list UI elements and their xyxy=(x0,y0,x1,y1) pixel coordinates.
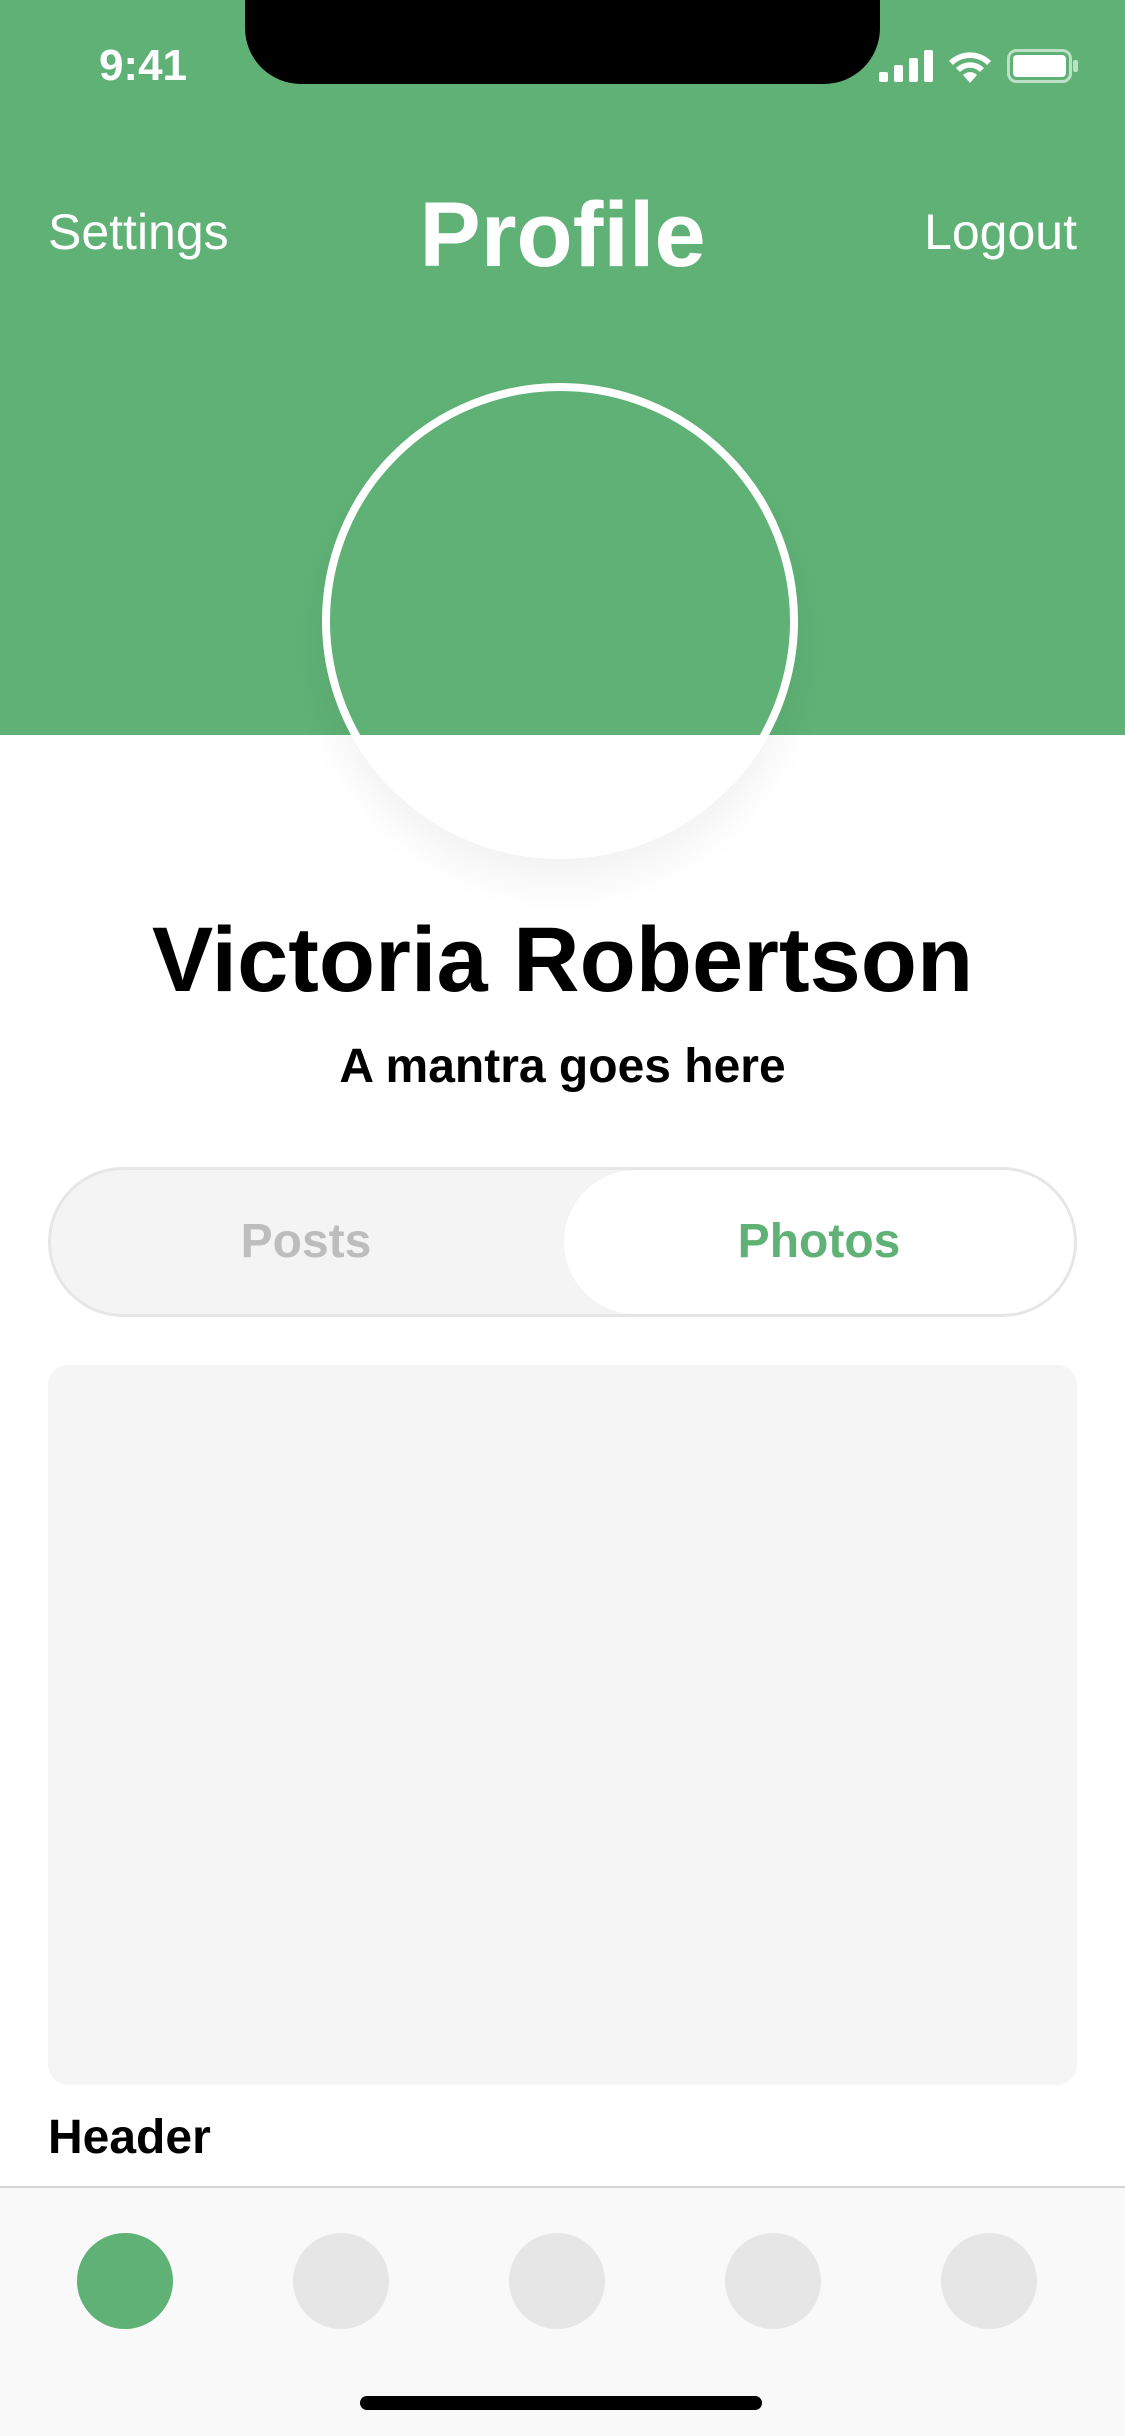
status-time: 9:41 xyxy=(98,41,188,90)
status-icons xyxy=(879,48,1079,88)
tab-bar-item-5[interactable] xyxy=(941,2233,1037,2329)
tab-posts[interactable]: Posts xyxy=(51,1170,561,1314)
content-image-placeholder[interactable] xyxy=(48,1365,1077,2085)
tab-bar-item-1[interactable] xyxy=(77,2233,173,2329)
section-header: Header xyxy=(48,2111,211,2164)
tab-photos[interactable]: Photos xyxy=(564,1170,1074,1314)
posts-photos-segmented-control: Posts Photos xyxy=(48,1167,1077,1317)
profile-mantra: A mantra goes here xyxy=(339,1040,786,1093)
wifi-icon xyxy=(947,49,993,88)
tab-bar-item-4[interactable] xyxy=(725,2233,821,2329)
tab-bar-item-2[interactable] xyxy=(293,2233,389,2329)
profile-name: Victoria Robertson xyxy=(151,909,974,1011)
tab-bar-item-3[interactable] xyxy=(509,2233,605,2329)
logout-button[interactable]: Logout xyxy=(924,200,1077,264)
battery-icon xyxy=(1007,48,1079,88)
cellular-signal-icon xyxy=(879,49,933,87)
home-indicator[interactable] xyxy=(360,2396,762,2410)
device-notch xyxy=(245,0,880,84)
profile-screen: 9:41 Settings Profile Logout Victoria Ro… xyxy=(0,0,1125,2436)
avatar[interactable] xyxy=(322,383,798,859)
